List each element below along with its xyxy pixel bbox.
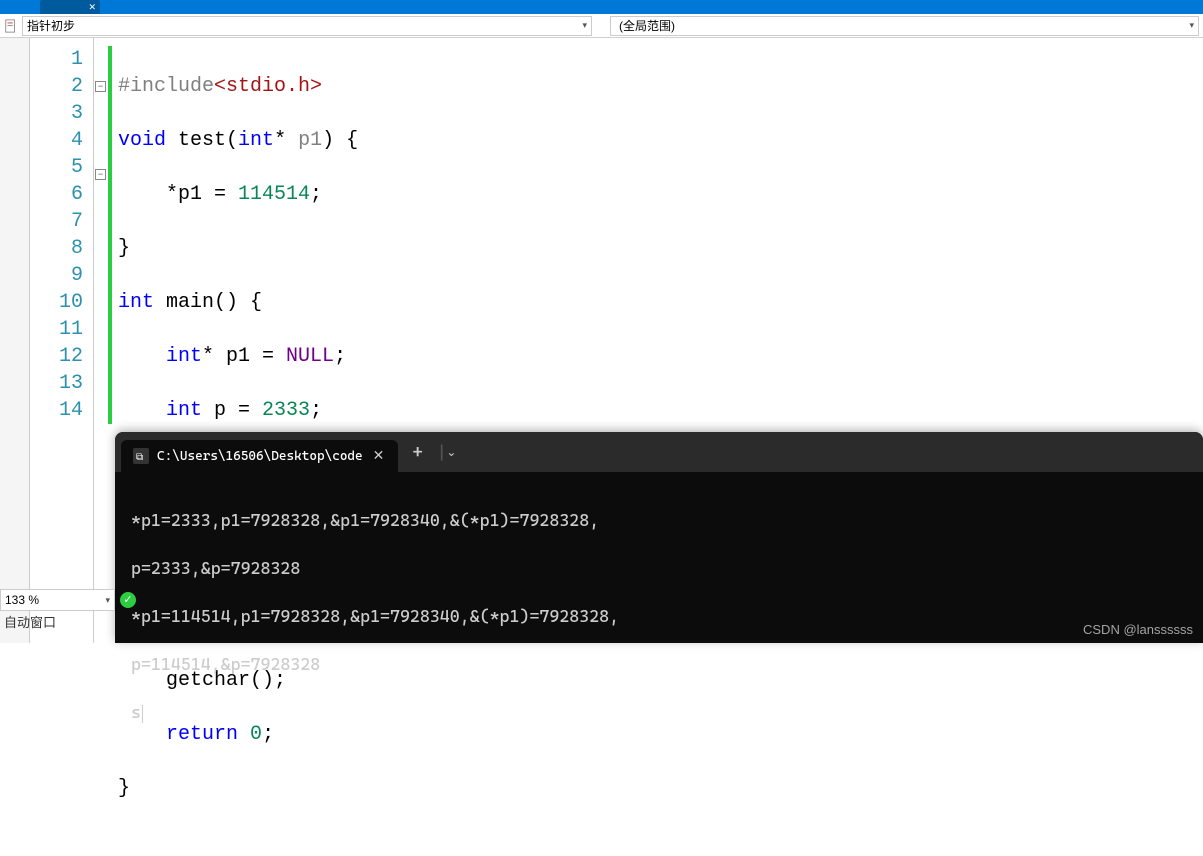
cmd-icon: ⧉ <box>133 448 149 464</box>
symbol-scope-dropdown[interactable]: (全局范围) ▾ <box>610 16 1199 36</box>
output-line: p=114514,&p=7928328 <box>131 652 1187 676</box>
terminal-window: ⧉ C:\Users\16506\Desktop\code ✕ + | ⌄ *p… <box>115 432 1203 643</box>
line-number: 8 <box>30 235 93 262</box>
line-number: 14 <box>30 397 93 424</box>
close-icon[interactable]: ✕ <box>88 2 96 13</box>
terminal-titlebar: ⧉ C:\Users\16506\Desktop\code ✕ + | ⌄ <box>115 432 1203 472</box>
fold-column: − − <box>94 38 108 643</box>
line-number: 2 <box>30 73 93 100</box>
line-number: 5 <box>30 154 93 181</box>
line-number: 1 <box>30 46 93 73</box>
line-number: 10 <box>30 289 93 316</box>
chevron-down-icon: ▾ <box>105 595 110 606</box>
watermark: CSDN @lanssssss <box>1083 622 1193 637</box>
file-scope-dropdown[interactable]: 指针初步 ▾ <box>22 16 592 36</box>
ide-tab-bar: ✕ <box>0 0 1203 14</box>
nav-bar: 指针初步 ▾ (全局范围) ▾ <box>0 14 1203 38</box>
source-file-tab[interactable]: ✕ <box>40 0 100 14</box>
svg-text:⧉: ⧉ <box>136 452 143 463</box>
file-icon <box>4 19 18 33</box>
output-line: *p1=2333,p1=7928328,&p1=7928340,&(*p1)=7… <box>131 508 1187 532</box>
change-indicator <box>108 46 112 424</box>
close-icon[interactable]: ✕ <box>371 448 387 464</box>
line-number: 13 <box>30 370 93 397</box>
line-number: 9 <box>30 262 93 289</box>
output-line: p=2333,&p=7928328 <box>131 556 1187 580</box>
line-number: 11 <box>30 316 93 343</box>
zoom-value: 133 % <box>5 593 39 607</box>
margin <box>0 38 30 643</box>
chevron-down-icon: ▾ <box>582 20 587 31</box>
line-number: 7 <box>30 208 93 235</box>
line-number: 3 <box>30 100 93 127</box>
fold-toggle[interactable]: − <box>95 81 106 92</box>
line-number: 6 <box>30 181 93 208</box>
chevron-down-icon[interactable]: ⌄ <box>446 445 456 459</box>
nav-spacer <box>592 16 610 36</box>
line-number: 12 <box>30 343 93 370</box>
terminal-output[interactable]: *p1=2333,p1=7928328,&p1=7928340,&(*p1)=7… <box>115 472 1203 784</box>
line-number: 4 <box>30 127 93 154</box>
terminal-tab[interactable]: ⧉ C:\Users\16506\Desktop\code ✕ <box>121 440 398 472</box>
line-numbers: 1 2 3 4 5 6 7 8 9 10 11 12 13 14 <box>30 38 94 643</box>
output-line: *p1=114514,p1=7928328,&p1=7928340,&(*p1)… <box>131 604 1187 628</box>
fold-toggle[interactable]: − <box>95 169 106 180</box>
file-scope-label: 指针初步 <box>27 17 75 34</box>
zoom-dropdown[interactable]: 133 % ▾ ✓ <box>0 589 115 611</box>
check-icon: ✓ <box>120 592 136 608</box>
symbol-scope-label: (全局范围) <box>619 17 675 34</box>
terminal-input[interactable]: s <box>131 700 1187 724</box>
chevron-down-icon: ▾ <box>1189 20 1194 31</box>
new-tab-button[interactable]: + <box>398 442 437 463</box>
auto-window-label: 自动窗口 <box>0 610 60 633</box>
terminal-tab-title: C:\Users\16506\Desktop\code <box>157 449 363 464</box>
